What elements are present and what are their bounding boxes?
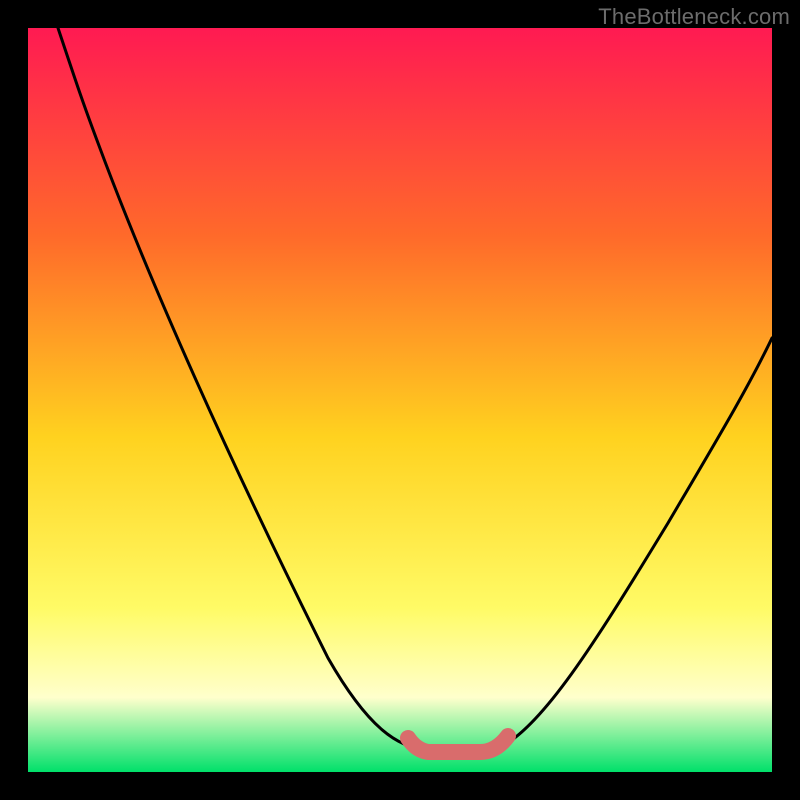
plot-area [28,28,772,772]
chart-svg [28,28,772,772]
watermark-text: TheBottleneck.com [598,4,790,30]
chart-frame: TheBottleneck.com [0,0,800,800]
gradient-background [28,28,772,772]
